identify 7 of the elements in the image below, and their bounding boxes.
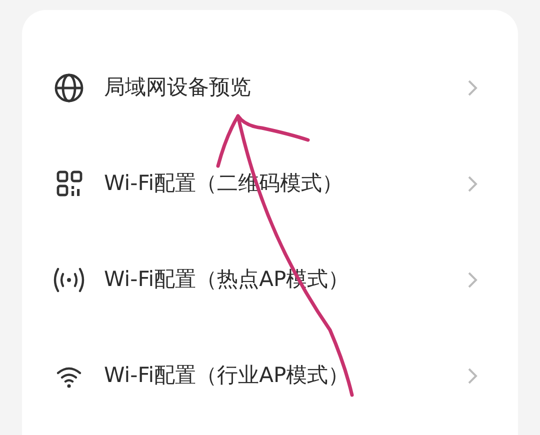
chevron-right-icon xyxy=(466,175,478,193)
globe-icon xyxy=(52,71,86,105)
chevron-right-icon xyxy=(466,367,478,385)
menu-item[interactable]: 局域网设备预览 xyxy=(22,40,518,136)
menu-item[interactable]: Wi-Fi配置（行业AP模式） xyxy=(22,328,518,424)
chevron-right-icon xyxy=(466,79,478,97)
chevron-right-icon xyxy=(466,271,478,289)
